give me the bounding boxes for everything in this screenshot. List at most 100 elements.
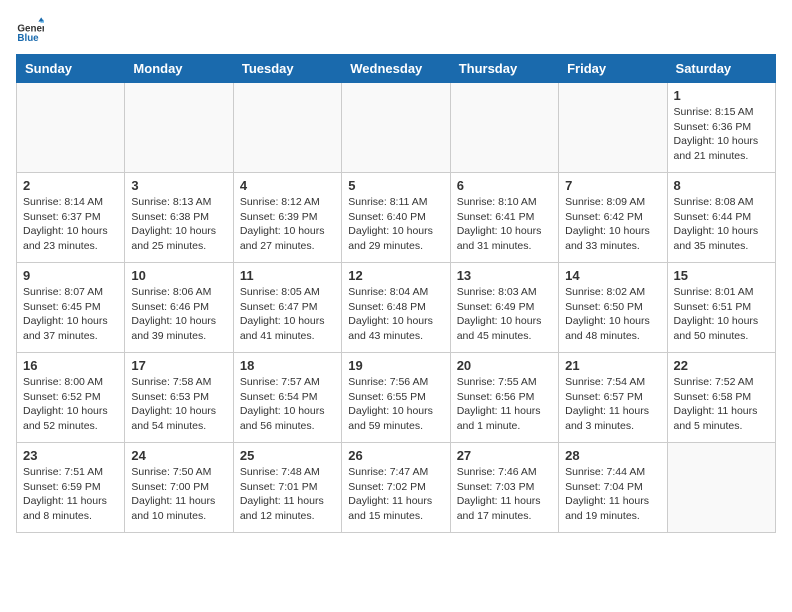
day-info: Sunrise: 7:52 AM Sunset: 6:58 PM Dayligh… bbox=[674, 375, 769, 434]
day-number: 19 bbox=[348, 358, 443, 373]
calendar-week-5: 23 Sunrise: 7:51 AM Sunset: 6:59 PM Dayli… bbox=[17, 443, 776, 533]
weekday-header-thursday: Thursday bbox=[450, 55, 558, 83]
weekday-header-wednesday: Wednesday bbox=[342, 55, 450, 83]
calendar-cell: 27 Sunrise: 7:46 AM Sunset: 7:03 PM Dayli… bbox=[450, 443, 558, 533]
day-number: 4 bbox=[240, 178, 335, 193]
weekday-header-saturday: Saturday bbox=[667, 55, 775, 83]
calendar-cell: 11 Sunrise: 8:05 AM Sunset: 6:47 PM Dayli… bbox=[233, 263, 341, 353]
calendar-cell: 5 Sunrise: 8:11 AM Sunset: 6:40 PM Daylig… bbox=[342, 173, 450, 263]
day-number: 21 bbox=[565, 358, 660, 373]
day-info: Sunrise: 8:04 AM Sunset: 6:48 PM Dayligh… bbox=[348, 285, 443, 344]
day-number: 8 bbox=[674, 178, 769, 193]
day-number: 17 bbox=[131, 358, 226, 373]
day-number: 22 bbox=[674, 358, 769, 373]
calendar-week-1: 1 Sunrise: 8:15 AM Sunset: 6:36 PM Daylig… bbox=[17, 83, 776, 173]
day-info: Sunrise: 8:14 AM Sunset: 6:37 PM Dayligh… bbox=[23, 195, 118, 254]
day-number: 25 bbox=[240, 448, 335, 463]
day-number: 26 bbox=[348, 448, 443, 463]
calendar-cell: 16 Sunrise: 8:00 AM Sunset: 6:52 PM Dayli… bbox=[17, 353, 125, 443]
day-info: Sunrise: 8:00 AM Sunset: 6:52 PM Dayligh… bbox=[23, 375, 118, 434]
day-number: 3 bbox=[131, 178, 226, 193]
day-number: 9 bbox=[23, 268, 118, 283]
calendar-cell: 28 Sunrise: 7:44 AM Sunset: 7:04 PM Dayli… bbox=[559, 443, 667, 533]
day-info: Sunrise: 8:06 AM Sunset: 6:46 PM Dayligh… bbox=[131, 285, 226, 344]
calendar-cell: 1 Sunrise: 8:15 AM Sunset: 6:36 PM Daylig… bbox=[667, 83, 775, 173]
day-number: 7 bbox=[565, 178, 660, 193]
calendar-cell: 26 Sunrise: 7:47 AM Sunset: 7:02 PM Dayli… bbox=[342, 443, 450, 533]
calendar-cell: 15Sunrise: 8:01 AM Sunset: 6:51 PM Dayli… bbox=[667, 263, 775, 353]
calendar-week-4: 16 Sunrise: 8:00 AM Sunset: 6:52 PM Dayli… bbox=[17, 353, 776, 443]
calendar-cell: 10 Sunrise: 8:06 AM Sunset: 6:46 PM Dayli… bbox=[125, 263, 233, 353]
calendar-cell: 24 Sunrise: 7:50 AM Sunset: 7:00 PM Dayli… bbox=[125, 443, 233, 533]
day-info: Sunrise: 7:48 AM Sunset: 7:01 PM Dayligh… bbox=[240, 465, 335, 524]
day-info: Sunrise: 8:12 AM Sunset: 6:39 PM Dayligh… bbox=[240, 195, 335, 254]
day-number: 1 bbox=[674, 88, 769, 103]
day-info: Sunrise: 8:09 AM Sunset: 6:42 PM Dayligh… bbox=[565, 195, 660, 254]
weekday-header-tuesday: Tuesday bbox=[233, 55, 341, 83]
calendar-week-3: 9 Sunrise: 8:07 AM Sunset: 6:45 PM Daylig… bbox=[17, 263, 776, 353]
calendar-cell: 20 Sunrise: 7:55 AM Sunset: 6:56 PM Dayli… bbox=[450, 353, 558, 443]
calendar-cell bbox=[450, 83, 558, 173]
weekday-header-monday: Monday bbox=[125, 55, 233, 83]
day-number: 23 bbox=[23, 448, 118, 463]
day-info: Sunrise: 7:58 AM Sunset: 6:53 PM Dayligh… bbox=[131, 375, 226, 434]
calendar-cell: 19 Sunrise: 7:56 AM Sunset: 6:55 PM Dayli… bbox=[342, 353, 450, 443]
day-info: Sunrise: 7:47 AM Sunset: 7:02 PM Dayligh… bbox=[348, 465, 443, 524]
day-number: 16 bbox=[23, 358, 118, 373]
calendar-cell: 8 Sunrise: 8:08 AM Sunset: 6:44 PM Daylig… bbox=[667, 173, 775, 263]
calendar-cell bbox=[233, 83, 341, 173]
day-info: Sunrise: 7:55 AM Sunset: 6:56 PM Dayligh… bbox=[457, 375, 552, 434]
day-info: Sunrise: 8:01 AM Sunset: 6:51 PM Dayligh… bbox=[674, 285, 769, 344]
day-info: Sunrise: 7:44 AM Sunset: 7:04 PM Dayligh… bbox=[565, 465, 660, 524]
header: General Blue bbox=[16, 16, 776, 44]
calendar-cell: 6 Sunrise: 8:10 AM Sunset: 6:41 PM Daylig… bbox=[450, 173, 558, 263]
calendar-cell bbox=[125, 83, 233, 173]
day-number: 24 bbox=[131, 448, 226, 463]
calendar-week-2: 2Sunrise: 8:14 AM Sunset: 6:37 PM Daylig… bbox=[17, 173, 776, 263]
day-number: 20 bbox=[457, 358, 552, 373]
day-info: Sunrise: 8:03 AM Sunset: 6:49 PM Dayligh… bbox=[457, 285, 552, 344]
day-number: 14 bbox=[565, 268, 660, 283]
calendar-cell bbox=[667, 443, 775, 533]
day-number: 27 bbox=[457, 448, 552, 463]
day-info: Sunrise: 8:11 AM Sunset: 6:40 PM Dayligh… bbox=[348, 195, 443, 254]
day-number: 28 bbox=[565, 448, 660, 463]
day-info: Sunrise: 8:13 AM Sunset: 6:38 PM Dayligh… bbox=[131, 195, 226, 254]
calendar-cell: 14 Sunrise: 8:02 AM Sunset: 6:50 PM Dayli… bbox=[559, 263, 667, 353]
calendar-header-row: SundayMondayTuesdayWednesdayThursdayFrid… bbox=[17, 55, 776, 83]
day-number: 10 bbox=[131, 268, 226, 283]
day-info: Sunrise: 8:02 AM Sunset: 6:50 PM Dayligh… bbox=[565, 285, 660, 344]
day-number: 11 bbox=[240, 268, 335, 283]
calendar-cell: 13 Sunrise: 8:03 AM Sunset: 6:49 PM Dayli… bbox=[450, 263, 558, 353]
day-info: Sunrise: 8:08 AM Sunset: 6:44 PM Dayligh… bbox=[674, 195, 769, 254]
calendar-cell: 21 Sunrise: 7:54 AM Sunset: 6:57 PM Dayli… bbox=[559, 353, 667, 443]
day-info: Sunrise: 7:56 AM Sunset: 6:55 PM Dayligh… bbox=[348, 375, 443, 434]
day-info: Sunrise: 7:46 AM Sunset: 7:03 PM Dayligh… bbox=[457, 465, 552, 524]
day-number: 13 bbox=[457, 268, 552, 283]
calendar-cell: 12 Sunrise: 8:04 AM Sunset: 6:48 PM Dayli… bbox=[342, 263, 450, 353]
calendar-cell: 25 Sunrise: 7:48 AM Sunset: 7:01 PM Dayli… bbox=[233, 443, 341, 533]
day-number: 18 bbox=[240, 358, 335, 373]
calendar-cell bbox=[559, 83, 667, 173]
calendar-cell: 2Sunrise: 8:14 AM Sunset: 6:37 PM Daylig… bbox=[17, 173, 125, 263]
day-number: 12 bbox=[348, 268, 443, 283]
day-info: Sunrise: 8:05 AM Sunset: 6:47 PM Dayligh… bbox=[240, 285, 335, 344]
weekday-header-friday: Friday bbox=[559, 55, 667, 83]
day-info: Sunrise: 7:50 AM Sunset: 7:00 PM Dayligh… bbox=[131, 465, 226, 524]
day-number: 5 bbox=[348, 178, 443, 193]
calendar-cell bbox=[342, 83, 450, 173]
calendar-cell: 7 Sunrise: 8:09 AM Sunset: 6:42 PM Daylig… bbox=[559, 173, 667, 263]
calendar-cell: 3 Sunrise: 8:13 AM Sunset: 6:38 PM Daylig… bbox=[125, 173, 233, 263]
day-info: Sunrise: 8:07 AM Sunset: 6:45 PM Dayligh… bbox=[23, 285, 118, 344]
day-number: 6 bbox=[457, 178, 552, 193]
calendar-cell: 23 Sunrise: 7:51 AM Sunset: 6:59 PM Dayli… bbox=[17, 443, 125, 533]
day-info: Sunrise: 7:51 AM Sunset: 6:59 PM Dayligh… bbox=[23, 465, 118, 524]
logo: General Blue bbox=[16, 16, 44, 44]
svg-text:Blue: Blue bbox=[17, 33, 39, 44]
day-info: Sunrise: 7:54 AM Sunset: 6:57 PM Dayligh… bbox=[565, 375, 660, 434]
day-info: Sunrise: 7:57 AM Sunset: 6:54 PM Dayligh… bbox=[240, 375, 335, 434]
day-info: Sunrise: 8:15 AM Sunset: 6:36 PM Dayligh… bbox=[674, 105, 769, 164]
day-info: Sunrise: 8:10 AM Sunset: 6:41 PM Dayligh… bbox=[457, 195, 552, 254]
calendar-cell bbox=[17, 83, 125, 173]
calendar-cell: 18 Sunrise: 7:57 AM Sunset: 6:54 PM Dayli… bbox=[233, 353, 341, 443]
